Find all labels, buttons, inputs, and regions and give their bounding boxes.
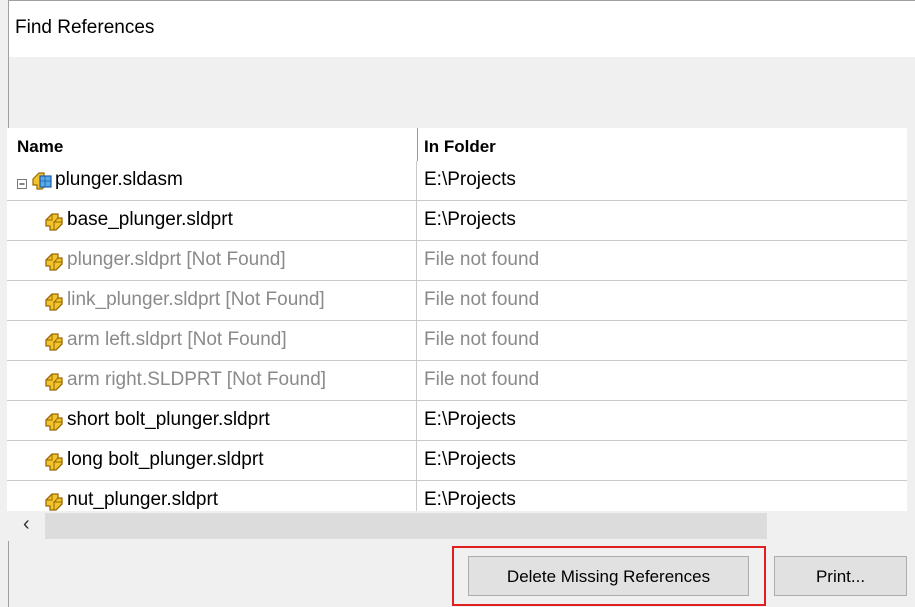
cell-folder: File not found [417, 361, 907, 401]
cell-folder: File not found [417, 241, 907, 281]
folder-path: E:\Projects [424, 209, 516, 230]
table-row[interactable]: nut_plunger.sldprt E:\Projects [7, 481, 907, 511]
table-row[interactable]: arm left.sldprt [Not Found] File not foun… [7, 321, 907, 361]
cell-folder: File not found [417, 321, 907, 361]
table-header: Name In Folder [7, 128, 907, 161]
folder-path: E:\Projects [424, 409, 516, 430]
cell-folder: E:\Projects [417, 161, 907, 201]
cell-folder: E:\Projects [417, 201, 907, 241]
cell-folder: File not found [417, 281, 907, 321]
part-icon [43, 291, 65, 311]
delete-missing-references-button[interactable]: Delete Missing References [468, 556, 749, 596]
table-row[interactable]: plunger.sldasm E:\Projects [7, 161, 907, 201]
collapse-minus-icon[interactable] [17, 176, 27, 189]
table-row[interactable]: base_plunger.sldprt E:\Projects [7, 201, 907, 241]
table-row[interactable]: link_plunger.sldprt [Not Found] File not … [7, 281, 907, 321]
cell-name: link_plunger.sldprt [Not Found] [7, 281, 417, 321]
part-icon [43, 411, 65, 431]
file-name: nut_plunger.sldprt [67, 489, 219, 510]
horizontal-scrollbar[interactable]: ‹ [7, 511, 907, 541]
part-icon [43, 251, 65, 271]
cell-name: short bolt_plunger.sldprt [7, 401, 417, 441]
file-name: long bolt_plunger.sldprt [67, 449, 264, 470]
part-icon [43, 331, 65, 351]
part-icon [43, 371, 65, 391]
file-name: arm left.sldprt [Not Found] [67, 329, 287, 350]
cell-name: plunger.sldprt [Not Found] [7, 241, 417, 281]
file-name: plunger.sldasm [55, 169, 183, 190]
cell-name: nut_plunger.sldprt [7, 481, 417, 511]
column-header-name[interactable]: Name [17, 137, 63, 157]
part-icon [43, 211, 65, 231]
part-icon [43, 451, 65, 471]
cell-folder: E:\Projects [417, 401, 907, 441]
table-row[interactable]: plunger.sldprt [Not Found] File not found [7, 241, 907, 281]
references-table[interactable]: Name In Folder plunger.sldasm E:\Projects… [7, 128, 907, 511]
cell-folder: E:\Projects [417, 481, 907, 511]
column-header-folder[interactable]: In Folder [424, 137, 496, 157]
scrollbar-thumb[interactable] [45, 513, 767, 539]
column-divider[interactable] [417, 128, 418, 161]
cell-name: arm right.SLDPRT [Not Found] [7, 361, 417, 401]
file-name: plunger.sldprt [Not Found] [67, 249, 286, 270]
cell-name: arm left.sldprt [Not Found] [7, 321, 417, 361]
cell-name: long bolt_plunger.sldprt [7, 441, 417, 481]
folder-path: E:\Projects [424, 169, 516, 190]
folder-path: File not found [424, 289, 540, 310]
folder-path: E:\Projects [424, 449, 516, 470]
title-bar: Find References [9, 1, 915, 57]
print-button[interactable]: Print... [774, 556, 907, 596]
file-name: link_plunger.sldprt [Not Found] [67, 289, 325, 310]
table-row[interactable]: long bolt_plunger.sldprt E:\Projects [7, 441, 907, 481]
window-title: Find References [15, 17, 155, 38]
folder-path: File not found [424, 369, 540, 390]
assembly-icon [31, 171, 53, 191]
file-name: short bolt_plunger.sldprt [67, 409, 270, 430]
file-name: base_plunger.sldprt [67, 209, 233, 230]
cell-name: base_plunger.sldprt [7, 201, 417, 241]
table-row[interactable]: short bolt_plunger.sldprt E:\Projects [7, 401, 907, 441]
chevron-left-icon[interactable]: ‹ [23, 513, 30, 536]
table-row[interactable]: arm right.SLDPRT [Not Found] File not fou… [7, 361, 907, 401]
file-name: arm right.SLDPRT [Not Found] [67, 369, 327, 390]
folder-path: E:\Projects [424, 489, 516, 510]
folder-path: File not found [424, 329, 540, 350]
cell-name: plunger.sldasm [7, 161, 417, 201]
folder-path: File not found [424, 249, 540, 270]
part-icon [43, 491, 65, 511]
cell-folder: E:\Projects [417, 441, 907, 481]
